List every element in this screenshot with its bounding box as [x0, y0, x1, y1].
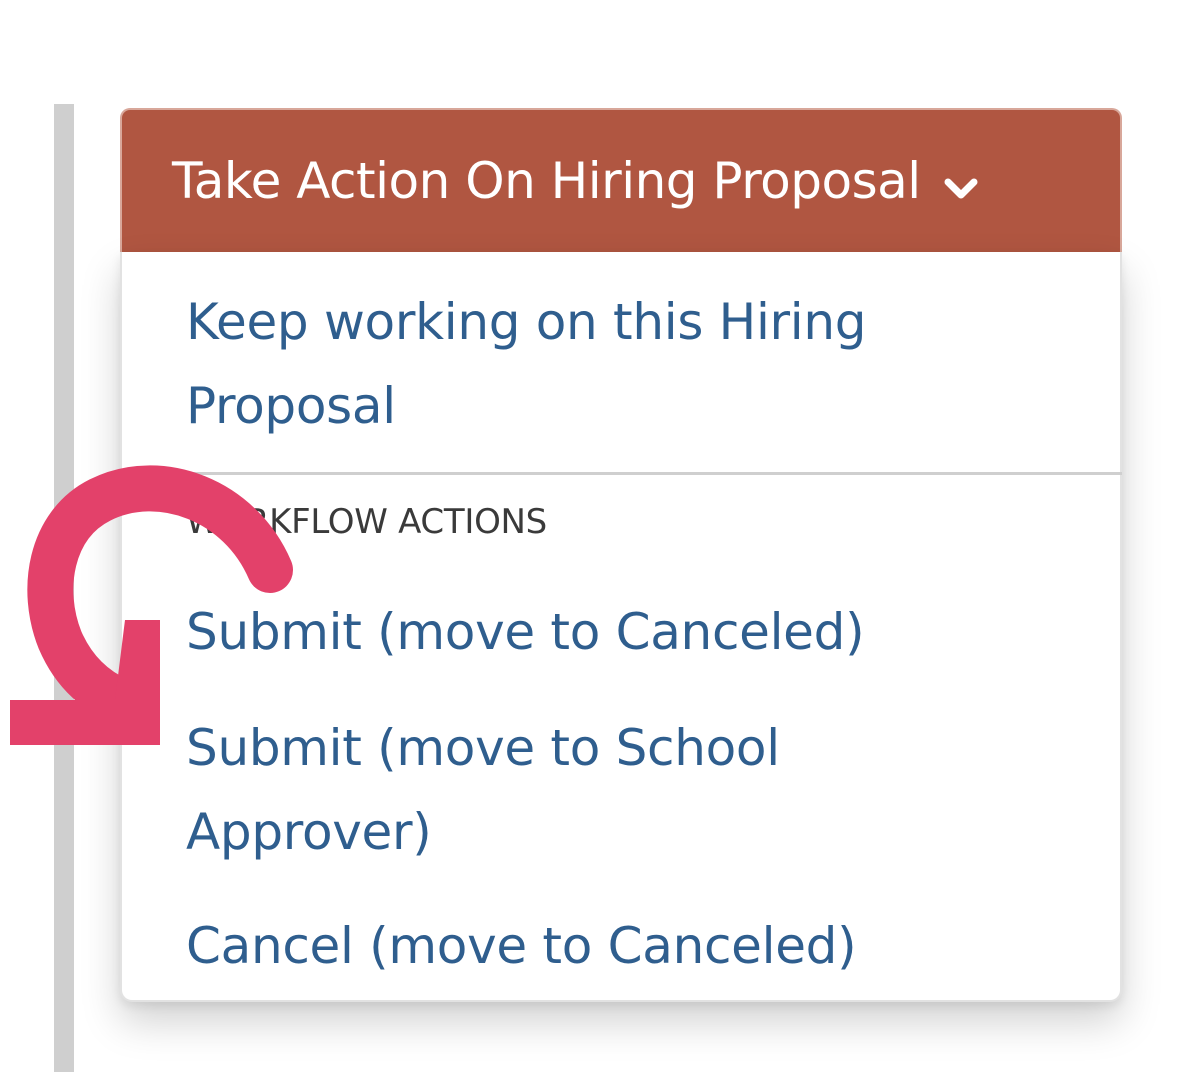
take-action-dropdown: Take Action On Hiring Proposal Keep work… [120, 108, 1122, 1002]
screenshot-stage: Take Action On Hiring Proposal Keep work… [0, 0, 1192, 1072]
chevron-down-icon [941, 163, 981, 203]
left-gray-bar [54, 104, 74, 1072]
menu-item-cancel-canceled[interactable]: Cancel (move to Canceled) [122, 904, 916, 988]
menu-divider [122, 472, 1122, 475]
menu-item-submit-school-approver[interactable]: Submit (move to School Approver) [122, 706, 1006, 874]
menu-item-submit-canceled[interactable]: Submit (move to Canceled) [122, 590, 924, 674]
menu-item-keep-working[interactable]: Keep working on this Hiring Proposal [122, 280, 1126, 448]
take-action-label: Take Action On Hiring Proposal [172, 152, 921, 210]
workflow-actions-header: WORKFLOW ACTIONS [186, 502, 547, 542]
dropdown-menu: Keep working on this Hiring Proposal WOR… [120, 252, 1122, 1002]
take-action-button[interactable]: Take Action On Hiring Proposal [120, 108, 1122, 252]
